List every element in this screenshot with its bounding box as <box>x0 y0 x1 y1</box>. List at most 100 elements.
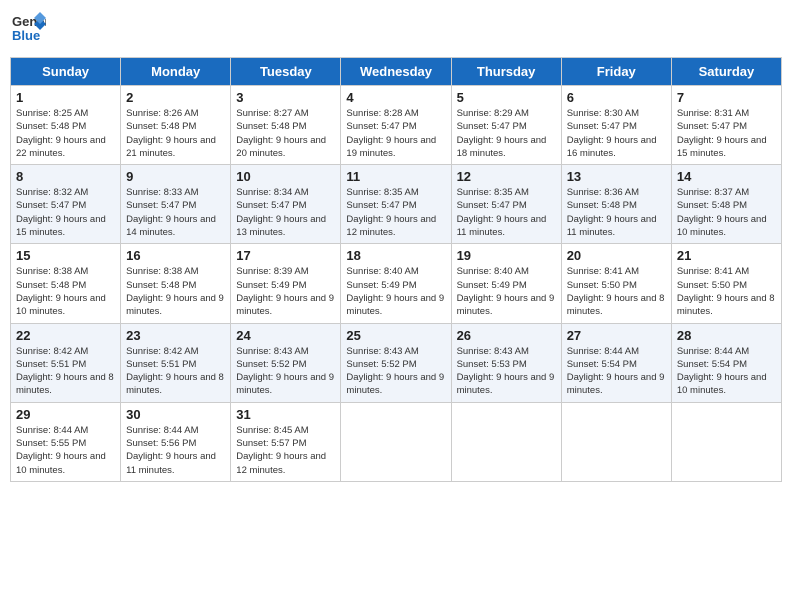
day-info: Sunrise: 8:30 AMSunset: 5:47 PMDaylight:… <box>567 107 666 160</box>
calendar-cell: 5 Sunrise: 8:29 AMSunset: 5:47 PMDaylight… <box>451 86 561 165</box>
day-info: Sunrise: 8:39 AMSunset: 5:49 PMDaylight:… <box>236 265 335 318</box>
calendar-cell: 29 Sunrise: 8:44 AMSunset: 5:55 PMDayligh… <box>11 402 121 481</box>
day-info: Sunrise: 8:35 AMSunset: 5:47 PMDaylight:… <box>346 186 445 239</box>
calendar-cell: 31 Sunrise: 8:45 AMSunset: 5:57 PMDayligh… <box>231 402 341 481</box>
day-info: Sunrise: 8:41 AMSunset: 5:50 PMDaylight:… <box>677 265 776 318</box>
calendar-cell: 4Sunrise: 8:28 AMSunset: 5:47 PMDaylight… <box>341 86 451 165</box>
day-number: 22 <box>16 328 115 343</box>
calendar-cell: 3 Sunrise: 8:27 AMSunset: 5:48 PMDaylight… <box>231 86 341 165</box>
day-info: Sunrise: 8:36 AMSunset: 5:48 PMDaylight:… <box>567 186 666 239</box>
day-info: Sunrise: 8:37 AMSunset: 5:48 PMDaylight:… <box>677 186 776 239</box>
calendar-cell: 30Sunrise: 8:44 AMSunset: 5:56 PMDayligh… <box>121 402 231 481</box>
calendar-cell: 10 Sunrise: 8:34 AMSunset: 5:47 PMDayligh… <box>231 165 341 244</box>
calendar-cell: 21 Sunrise: 8:41 AMSunset: 5:50 PMDayligh… <box>671 244 781 323</box>
calendar-cell: 25 Sunrise: 8:43 AMSunset: 5:52 PMDayligh… <box>341 323 451 402</box>
day-number: 30 <box>126 407 225 422</box>
day-info: Sunrise: 8:42 AMSunset: 5:51 PMDaylight:… <box>126 345 225 398</box>
calendar-cell: 27 Sunrise: 8:44 AMSunset: 5:54 PMDayligh… <box>561 323 671 402</box>
calendar-cell: 7 Sunrise: 8:31 AMSunset: 5:47 PMDaylight… <box>671 86 781 165</box>
day-header-saturday: Saturday <box>671 58 781 86</box>
day-number: 14 <box>677 169 776 184</box>
day-info: Sunrise: 8:29 AMSunset: 5:47 PMDaylight:… <box>457 107 556 160</box>
day-info: Sunrise: 8:35 AMSunset: 5:47 PMDaylight:… <box>457 186 556 239</box>
calendar-cell: 28 Sunrise: 8:44 AMSunset: 5:54 PMDayligh… <box>671 323 781 402</box>
calendar-cell: 12Sunrise: 8:35 AMSunset: 5:47 PMDayligh… <box>451 165 561 244</box>
day-number: 31 <box>236 407 335 422</box>
page-header: General Blue <box>10 10 782 51</box>
logo: General Blue <box>10 10 46 51</box>
day-info: Sunrise: 8:38 AMSunset: 5:48 PMDaylight:… <box>126 265 225 318</box>
day-number: 20 <box>567 248 666 263</box>
day-info: Sunrise: 8:28 AMSunset: 5:47 PMDaylight:… <box>346 107 445 160</box>
day-info: Sunrise: 8:43 AMSunset: 5:52 PMDaylight:… <box>346 345 445 398</box>
day-header-thursday: Thursday <box>451 58 561 86</box>
day-info: Sunrise: 8:44 AMSunset: 5:54 PMDaylight:… <box>567 345 666 398</box>
logo-icon: General Blue <box>10 10 46 51</box>
calendar-cell: 20 Sunrise: 8:41 AMSunset: 5:50 PMDayligh… <box>561 244 671 323</box>
calendar-cell: 9 Sunrise: 8:33 AMSunset: 5:47 PMDaylight… <box>121 165 231 244</box>
day-number: 19 <box>457 248 556 263</box>
day-info: Sunrise: 8:27 AMSunset: 5:48 PMDaylight:… <box>236 107 335 160</box>
calendar-cell <box>451 402 561 481</box>
calendar-cell: 11 Sunrise: 8:35 AMSunset: 5:47 PMDayligh… <box>341 165 451 244</box>
calendar-cell <box>671 402 781 481</box>
day-number: 9 <box>126 169 225 184</box>
calendar-cell: 14 Sunrise: 8:37 AMSunset: 5:48 PMDayligh… <box>671 165 781 244</box>
day-number: 1 <box>16 90 115 105</box>
day-number: 29 <box>16 407 115 422</box>
calendar-cell: 17Sunrise: 8:39 AMSunset: 5:49 PMDayligh… <box>231 244 341 323</box>
day-header-friday: Friday <box>561 58 671 86</box>
day-info: Sunrise: 8:32 AMSunset: 5:47 PMDaylight:… <box>16 186 115 239</box>
day-info: Sunrise: 8:33 AMSunset: 5:47 PMDaylight:… <box>126 186 225 239</box>
calendar-cell: 1 Sunrise: 8:25 AMSunset: 5:48 PMDaylight… <box>11 86 121 165</box>
day-number: 27 <box>567 328 666 343</box>
day-info: Sunrise: 8:34 AMSunset: 5:47 PMDaylight:… <box>236 186 335 239</box>
day-info: Sunrise: 8:38 AMSunset: 5:48 PMDaylight:… <box>16 265 115 318</box>
calendar-cell: 19 Sunrise: 8:40 AMSunset: 5:49 PMDayligh… <box>451 244 561 323</box>
calendar-cell: 24 Sunrise: 8:43 AMSunset: 5:52 PMDayligh… <box>231 323 341 402</box>
day-number: 13 <box>567 169 666 184</box>
day-number: 21 <box>677 248 776 263</box>
day-number: 10 <box>236 169 335 184</box>
calendar-cell: 2 Sunrise: 8:26 AMSunset: 5:48 PMDaylight… <box>121 86 231 165</box>
day-info: Sunrise: 8:44 AMSunset: 5:55 PMDaylight:… <box>16 424 115 477</box>
day-number: 5 <box>457 90 556 105</box>
calendar-cell: 16 Sunrise: 8:38 AMSunset: 5:48 PMDayligh… <box>121 244 231 323</box>
day-info: Sunrise: 8:44 AMSunset: 5:54 PMDaylight:… <box>677 345 776 398</box>
day-number: 25 <box>346 328 445 343</box>
calendar-cell: 26 Sunrise: 8:43 AMSunset: 5:53 PMDayligh… <box>451 323 561 402</box>
day-header-tuesday: Tuesday <box>231 58 341 86</box>
calendar-cell <box>341 402 451 481</box>
day-info: Sunrise: 8:31 AMSunset: 5:47 PMDaylight:… <box>677 107 776 160</box>
day-number: 8 <box>16 169 115 184</box>
day-number: 18 <box>346 248 445 263</box>
day-info: Sunrise: 8:41 AMSunset: 5:50 PMDaylight:… <box>567 265 666 318</box>
day-number: 16 <box>126 248 225 263</box>
day-number: 2 <box>126 90 225 105</box>
calendar-table: SundayMondayTuesdayWednesdayThursdayFrid… <box>10 57 782 482</box>
day-number: 28 <box>677 328 776 343</box>
day-number: 11 <box>346 169 445 184</box>
day-info: Sunrise: 8:40 AMSunset: 5:49 PMDaylight:… <box>457 265 556 318</box>
day-number: 23 <box>126 328 225 343</box>
calendar-cell: 13 Sunrise: 8:36 AMSunset: 5:48 PMDayligh… <box>561 165 671 244</box>
day-info: Sunrise: 8:40 AMSunset: 5:49 PMDaylight:… <box>346 265 445 318</box>
svg-text:Blue: Blue <box>12 28 40 43</box>
day-info: Sunrise: 8:43 AMSunset: 5:53 PMDaylight:… <box>457 345 556 398</box>
day-info: Sunrise: 8:25 AMSunset: 5:48 PMDaylight:… <box>16 107 115 160</box>
day-info: Sunrise: 8:45 AMSunset: 5:57 PMDaylight:… <box>236 424 335 477</box>
day-number: 7 <box>677 90 776 105</box>
calendar-cell: 15Sunrise: 8:38 AMSunset: 5:48 PMDayligh… <box>11 244 121 323</box>
calendar-cell: 18 Sunrise: 8:40 AMSunset: 5:49 PMDayligh… <box>341 244 451 323</box>
day-number: 26 <box>457 328 556 343</box>
day-info: Sunrise: 8:26 AMSunset: 5:48 PMDaylight:… <box>126 107 225 160</box>
day-number: 3 <box>236 90 335 105</box>
day-header-sunday: Sunday <box>11 58 121 86</box>
day-info: Sunrise: 8:43 AMSunset: 5:52 PMDaylight:… <box>236 345 335 398</box>
day-header-wednesday: Wednesday <box>341 58 451 86</box>
day-number: 24 <box>236 328 335 343</box>
day-number: 6 <box>567 90 666 105</box>
day-header-monday: Monday <box>121 58 231 86</box>
calendar-cell <box>561 402 671 481</box>
day-info: Sunrise: 8:42 AMSunset: 5:51 PMDaylight:… <box>16 345 115 398</box>
